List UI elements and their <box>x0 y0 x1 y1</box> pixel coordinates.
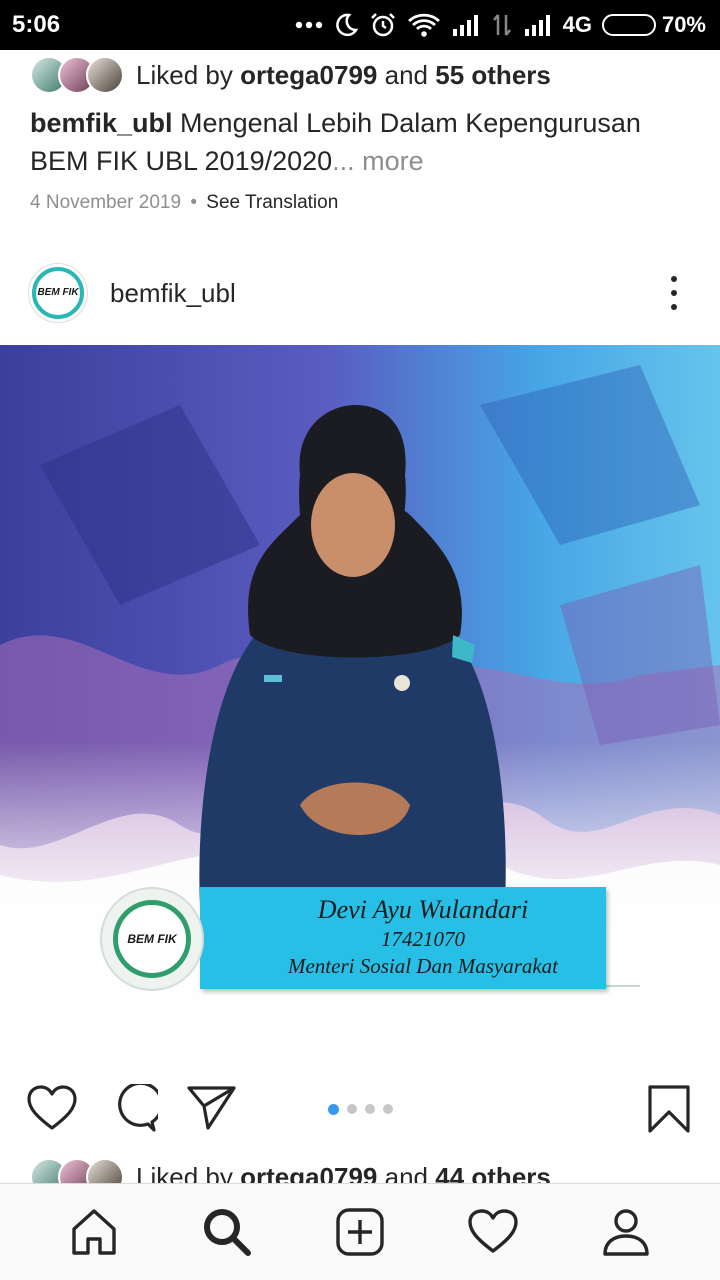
post-actions <box>0 1081 720 1139</box>
carousel-dot <box>365 1104 375 1114</box>
card-logo-text: BEM FIK <box>127 932 177 946</box>
status-bar: 5:06 4G 70% <box>0 0 720 50</box>
card-id: 17421070 <box>381 927 465 951</box>
more-options-icon[interactable] <box>668 276 680 310</box>
share-icon[interactable] <box>186 1084 238 1137</box>
home-icon[interactable] <box>58 1196 130 1268</box>
card-logo: BEM FIK <box>100 887 204 991</box>
liked-by-others-link[interactable]: 55 others <box>435 60 551 90</box>
bem-fik-logo-icon: BEM FIK <box>113 900 191 978</box>
liked-by-prefix: Liked by <box>136 59 233 90</box>
carousel-dot <box>328 1104 339 1115</box>
comment-icon[interactable] <box>108 1081 164 1139</box>
previous-post-likes[interactable]: Liked by ortega0799 and 55 others <box>30 56 551 94</box>
bookmark-icon[interactable] <box>646 1084 692 1139</box>
previous-post-caption: bemfik_ubl Mengenal Lebih Dalam Kepengur… <box>30 104 690 180</box>
name-card: Devi Ayu Wulandari 17421070 Menteri Sosi… <box>200 887 606 989</box>
caption-more-link[interactable]: ... more <box>332 146 424 176</box>
heart-icon[interactable] <box>26 1084 78 1139</box>
signal-icon <box>451 13 481 37</box>
activity-heart-icon[interactable] <box>457 1196 529 1268</box>
see-translation-link[interactable]: See Translation <box>206 192 338 213</box>
alarm-icon <box>369 11 397 39</box>
liked-by-user-link[interactable]: ortega0799 <box>240 60 377 90</box>
post-username[interactable]: bemfik_ubl <box>110 278 236 309</box>
separator-dot: • <box>190 192 197 213</box>
caption-username[interactable]: bemfik_ubl <box>30 108 173 138</box>
do-not-disturb-moon-icon <box>333 12 359 38</box>
bem-fik-logo-icon: BEM FIK <box>32 267 84 319</box>
profile-logo-text: BEM FIK <box>37 287 79 298</box>
post-header: BEM FIK bemfik_ubl <box>0 262 720 324</box>
add-post-icon[interactable] <box>324 1196 396 1268</box>
signal-icon-2 <box>523 13 553 37</box>
wifi-icon <box>407 12 441 38</box>
data-transfer-icon <box>491 12 513 38</box>
more-notifications-icon <box>295 21 323 29</box>
profile-icon[interactable] <box>590 1196 662 1268</box>
status-time: 5:06 <box>12 11 61 38</box>
status-icons: 4G 70% <box>295 11 706 39</box>
post-image[interactable]: Devi Ayu Wulandari 17421070 Menteri Sosi… <box>0 345 720 1065</box>
liked-by-and: and <box>384 59 429 90</box>
search-icon[interactable] <box>191 1196 263 1268</box>
post-profile-avatar[interactable]: BEM FIK <box>28 263 88 323</box>
bottom-navigation <box>0 1183 720 1280</box>
liked-by-text: Liked by ortega0799 and 55 others <box>136 60 551 91</box>
carousel-dot <box>347 1104 357 1114</box>
carousel-dot <box>383 1104 393 1114</box>
liker-avatars <box>30 56 124 94</box>
avatar <box>86 56 124 94</box>
post-date: 4 November 2019 <box>30 192 182 213</box>
card-role: Menteri Sosial Dan Masyarakat <box>287 954 559 978</box>
battery: 70% <box>601 12 706 38</box>
carousel-indicator <box>328 1104 393 1115</box>
previous-post-meta: 4 November 2019 • See Translation <box>30 192 338 214</box>
network-type: 4G <box>562 12 592 37</box>
card-name: Devi Ayu Wulandari <box>317 895 529 924</box>
battery-percent: 70% <box>661 12 706 37</box>
battery-icon <box>601 14 656 36</box>
